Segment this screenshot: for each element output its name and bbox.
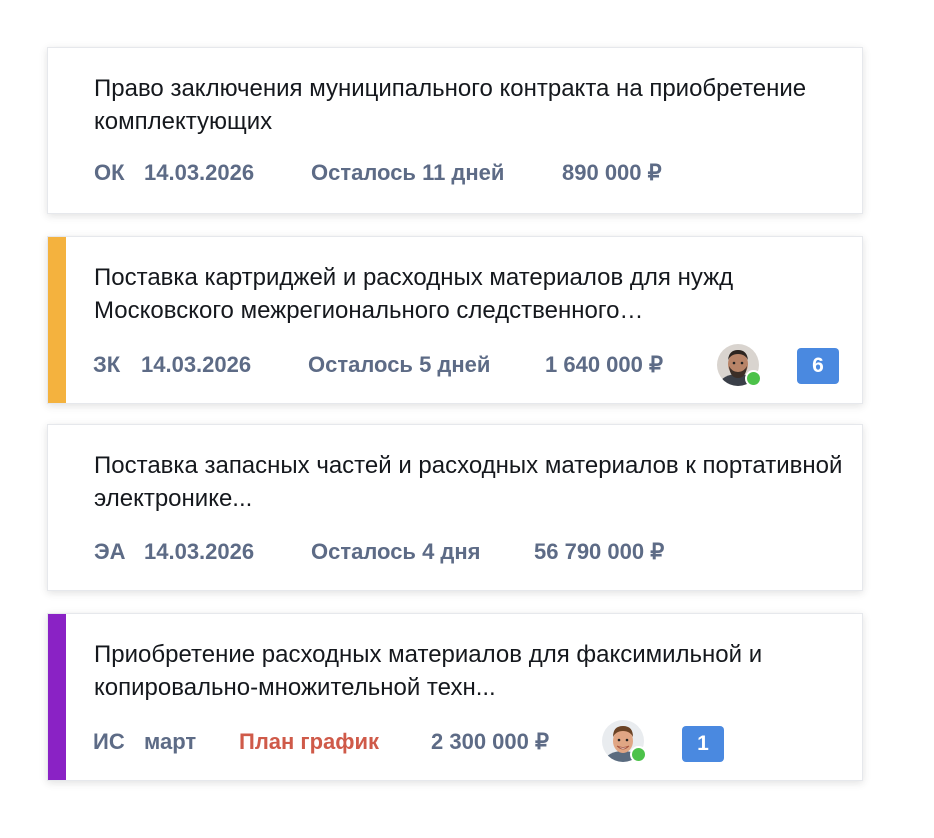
procurement-type: ЭА (94, 539, 126, 564)
assignee-avatar[interactable] (717, 344, 762, 387)
assignee-avatar[interactable] (602, 720, 647, 763)
time-remaining: Осталось 5 дней (308, 352, 491, 377)
tender-date: 14.03.2026 (141, 352, 252, 377)
notification-count-badge[interactable]: 6 (797, 348, 839, 384)
tender-title: Поставка запасных частей и расходных мат… (94, 452, 843, 512)
tender-price: 1 640 000 ₽ (545, 352, 663, 377)
online-status-indicator (630, 746, 647, 763)
tender-price: 890 000 ₽ (562, 160, 662, 185)
notification-count-badge[interactable]: 1 (682, 726, 724, 762)
tender-card[interactable]: Приобретение расходных материалов для фа… (47, 613, 863, 781)
tender-date: 14.03.2026 (144, 539, 255, 564)
tender-card[interactable]: Право заключения муниципального контракт… (47, 47, 863, 214)
tender-date: 14.03.2026 (144, 160, 255, 185)
time-remaining: Осталось 4 дня (311, 539, 481, 564)
tender-price: 2 300 000 ₽ (431, 729, 549, 754)
tender-title: Приобретение расходных материалов для фа… (94, 641, 763, 701)
procurement-type: ОК (94, 160, 125, 185)
tender-price: 56 790 000 ₽ (534, 539, 665, 564)
time-remaining: Осталось 11 дней (311, 160, 505, 185)
tender-date: март (144, 729, 197, 754)
procurement-type: ЗК (93, 352, 121, 377)
tender-card[interactable]: Поставка запасных частей и расходных мат… (47, 424, 863, 591)
plan-schedule-status: План график (239, 729, 380, 754)
procurement-type: ИС (93, 729, 125, 754)
tender-title: Поставка картриджей и расходных материал… (94, 264, 734, 324)
tender-title: Право заключения муниципального контракт… (94, 75, 807, 135)
online-status-indicator (745, 370, 762, 387)
tender-card[interactable]: Поставка картриджей и расходных материал… (47, 236, 863, 404)
